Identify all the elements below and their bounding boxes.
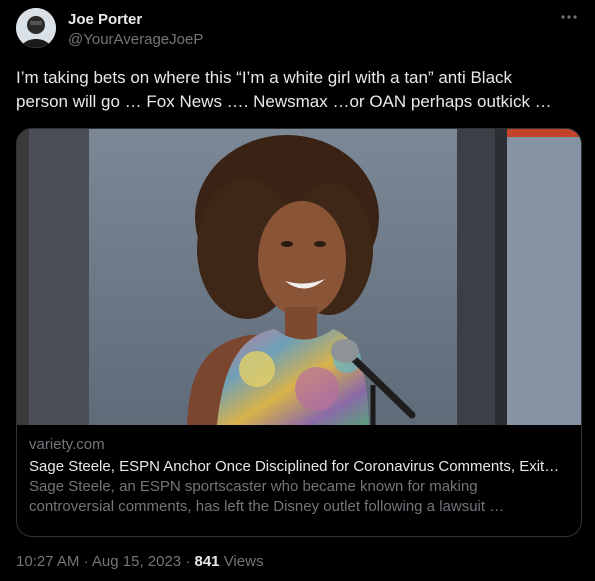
tweet-text-line-2: person will go … Fox News …. Newsmax …or… bbox=[16, 92, 552, 111]
display-name[interactable]: Joe Porter bbox=[68, 10, 203, 30]
tweet-text-line-1: I’m taking bets on where this “I’m a whi… bbox=[16, 68, 513, 87]
card-meta: variety.com Sage Steele, ESPN Anchor Onc… bbox=[29, 435, 569, 517]
views-label: Views bbox=[223, 553, 264, 570]
link-card[interactable]: variety.com Sage Steele, ESPN Anchor Onc… bbox=[16, 128, 582, 537]
card-photo bbox=[17, 129, 581, 425]
user-names: Joe Porter @YourAverageJoeP bbox=[68, 10, 203, 50]
tweet-date[interactable]: Aug 15, 2023 bbox=[92, 553, 181, 570]
separator-dot: · bbox=[83, 553, 89, 570]
avatar[interactable] bbox=[16, 8, 56, 48]
tweet-time[interactable]: 10:27 AM bbox=[16, 553, 79, 570]
more-horizontal-icon[interactable] bbox=[559, 10, 579, 24]
separator-dot: · bbox=[185, 553, 191, 570]
tweet-text: I’m taking bets on where this “I’m a whi… bbox=[16, 66, 581, 114]
card-title[interactable]: Sage Steele, ESPN Anchor Once Discipline… bbox=[29, 457, 569, 477]
card-image[interactable] bbox=[17, 129, 581, 425]
card-description-line-1: Sage Steele, an ESPN sportscaster who be… bbox=[29, 478, 478, 495]
views-count: 841 bbox=[194, 553, 220, 570]
card-domain: variety.com bbox=[29, 436, 105, 453]
card-description-line-2: controversial comments, has left the Dis… bbox=[29, 498, 505, 515]
tweet-header: Joe Porter @YourAverageJoeP bbox=[16, 8, 579, 52]
tweet-footer: 10:27 AM · Aug 15, 2023 · 841 Views bbox=[16, 552, 263, 572]
avatar-image bbox=[16, 8, 56, 48]
user-handle[interactable]: @YourAverageJoeP bbox=[68, 30, 203, 50]
